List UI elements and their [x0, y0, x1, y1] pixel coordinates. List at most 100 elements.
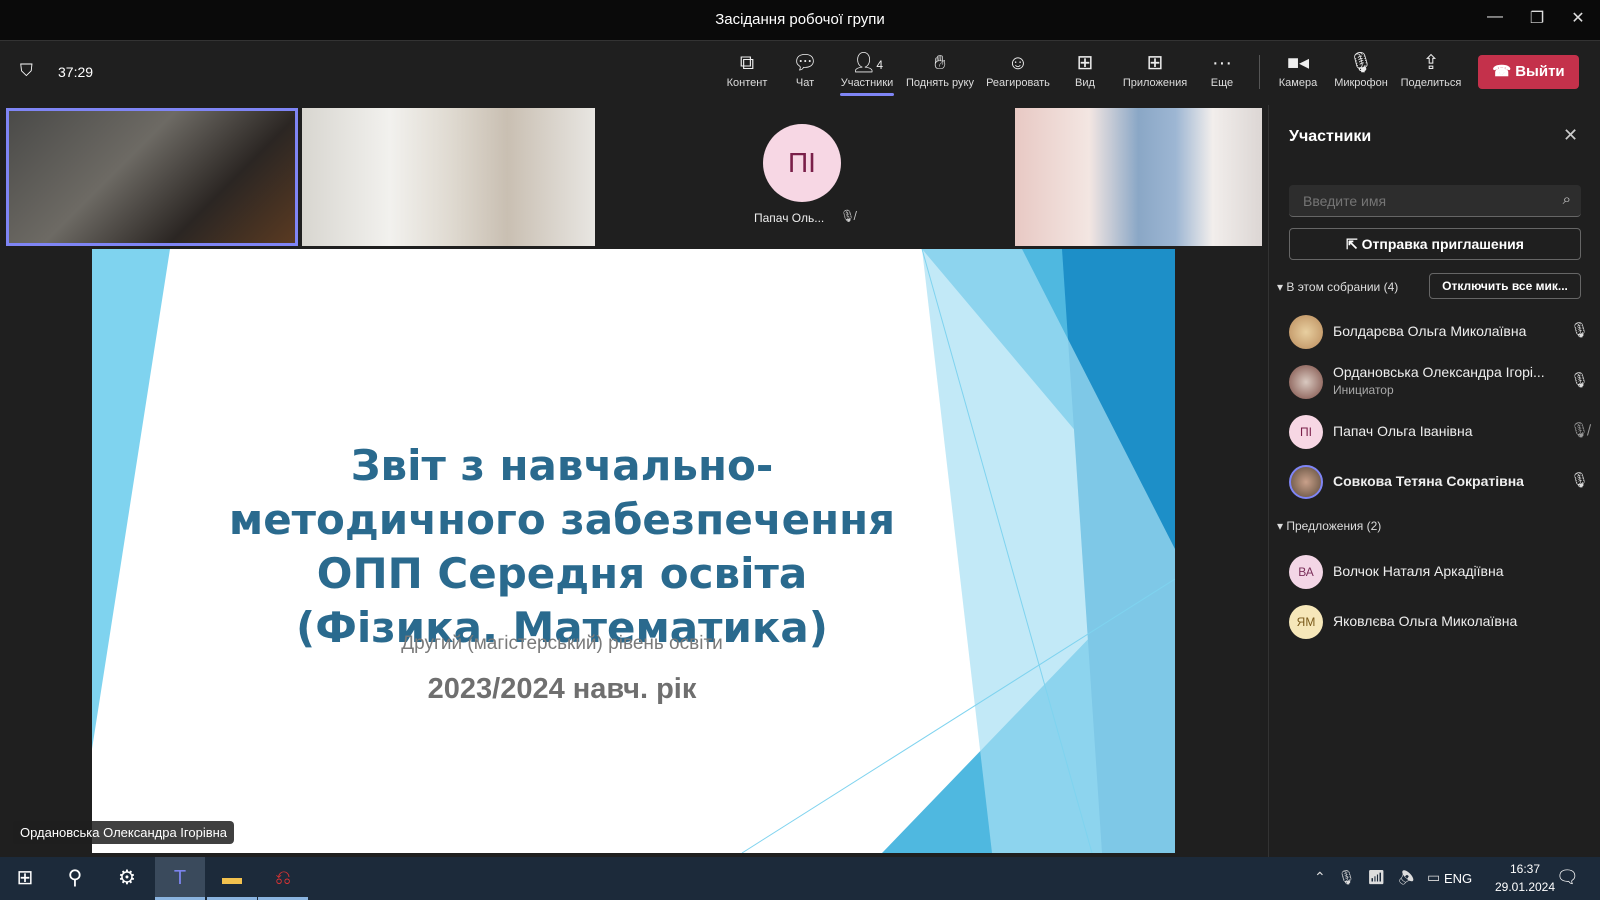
share-icon: ⇱ [1346, 236, 1362, 252]
participant-row[interactable]: Ордановська Олександра Ігорі... Инициатор… [1289, 361, 1589, 405]
title-bar: Засідання робочої групи — ❐ ✕ [0, 0, 1600, 41]
date: 29.01.2024 [1494, 880, 1556, 894]
label: Еще [1210, 77, 1234, 89]
microphone-icon: 🎙︎ [1569, 372, 1589, 389]
system-tray-icons[interactable]: ⌃🎙︎📶︎🔈︎▭ [1314, 869, 1452, 886]
section-label: В этом собрании (4) [1286, 280, 1399, 294]
search-input[interactable] [1289, 185, 1549, 217]
label: Контент [726, 77, 768, 89]
leave-label: Выйти [1515, 63, 1565, 80]
close-panel-icon[interactable]: ✕ [1563, 125, 1578, 146]
shield-icon: ⛉ [20, 61, 33, 80]
slide-year: 2023/2024 навч. рік [427, 673, 697, 705]
label: Реагировать [986, 77, 1050, 89]
divider [1259, 55, 1260, 89]
suggested-row[interactable]: ЯМ Яковлєва Ольга Миколаївна [1289, 601, 1589, 645]
raise-hand-button[interactable]: ✋︎ Поднять руку [905, 49, 975, 89]
mic-off-icon: 🎙︎̸ [1569, 422, 1589, 439]
mic-off-icon: 🎙︎̸ [840, 209, 856, 223]
section-label: Предложения (2) [1286, 519, 1382, 533]
label: Приложения [1122, 77, 1188, 89]
video-tile-3[interactable]: ПІ Папач Оль... 🎙︎̸ [640, 108, 1000, 246]
taskbar: ⊞ ⚲ ⚙ T ▬ ⎌ ⌃🎙︎📶︎🔈︎▭ ENG 16:37 29.01.2024… [0, 857, 1600, 900]
avatar [1289, 465, 1323, 499]
participant-row[interactable]: Болдарєва Ольга Миколаївна 🎙︎ [1289, 311, 1589, 355]
label: Поднять руку [906, 77, 974, 89]
more-icon: ··· [1212, 52, 1232, 74]
video-tile-4[interactable] [1015, 108, 1262, 246]
avatar: ПІ [763, 124, 841, 202]
label: Поделиться [1400, 77, 1462, 89]
apps-button[interactable]: ⊞ Приложения [1119, 49, 1191, 89]
search-field[interactable]: ⌕ [1289, 185, 1581, 217]
participant-name: Папач Ольга Іванівна [1333, 423, 1473, 439]
people-icon: 👤︎4 [850, 52, 884, 74]
participant-name: Ордановська Олександра Ігорі... [1333, 364, 1545, 380]
avatar: ВА [1289, 555, 1323, 589]
search-icon: ⌕ [1562, 191, 1571, 208]
file-explorer-icon[interactable]: ▬ [207, 857, 257, 900]
microphone-icon: 🎙︎ [1569, 322, 1589, 339]
language-indicator[interactable]: ENG [1444, 871, 1472, 886]
shared-slide: Звіт з навчально-методичного забезпеченн… [92, 249, 1175, 853]
mute-all-button[interactable]: Отключить все мик... [1429, 273, 1581, 299]
windows-start-icon[interactable]: ⊞ [0, 857, 50, 900]
more-button[interactable]: ··· Еще [1187, 49, 1257, 89]
leave-button[interactable]: ☎︎ Выйти [1478, 55, 1579, 89]
teams-icon[interactable]: T [155, 857, 205, 900]
pdf-reader-icon[interactable]: ⎌ [258, 857, 308, 900]
participant-row[interactable]: ПІ Папач Ольга Іванівна 🎙︎̸ [1289, 411, 1589, 455]
label: Вид [1075, 77, 1095, 89]
participants-button[interactable]: 👤︎4 Участники [832, 49, 902, 96]
participant-name: Волчок Наталя Аркадіївна [1333, 563, 1504, 579]
phone-hangup-icon: ☎︎ [1492, 63, 1516, 80]
share-button[interactable]: ⇪ Поделиться [1396, 49, 1466, 89]
camera-button[interactable]: ■◂ Камера [1263, 49, 1333, 89]
suggested-row[interactable]: ВА Волчок Наталя Аркадіївна [1289, 551, 1589, 595]
section-suggestions[interactable]: ▾ Предложения (2) [1277, 519, 1381, 533]
clock[interactable]: 16:37 29.01.2024 [1490, 862, 1560, 894]
chat-icon: 💬︎ [792, 52, 818, 74]
panel-title: Участники [1289, 128, 1372, 145]
search-icon[interactable]: ⚲ [50, 857, 100, 900]
label: Чат [795, 77, 815, 89]
meeting-timer: 37:29 [58, 64, 94, 80]
avatar [1289, 315, 1323, 349]
label: Камера [1278, 77, 1318, 89]
camera-icon: ■◂ [1286, 52, 1310, 74]
participant-count: 4 [876, 58, 884, 72]
avatar [1289, 365, 1323, 399]
chat-button[interactable]: 💬︎ Чат [770, 49, 840, 89]
notifications-icon[interactable]: 🗨︎ [1556, 867, 1579, 888]
grid-icon: ⊞ [1076, 52, 1094, 74]
settings-icon[interactable]: ⚙ [102, 857, 152, 900]
upload-icon: ⇪ [1422, 52, 1440, 74]
label: Микрофон [1334, 77, 1388, 89]
video-tile-1[interactable] [6, 108, 298, 246]
participant-name: Совкова Тетяна Сократівна [1333, 473, 1524, 489]
react-button[interactable]: ☺ Реагировать [983, 49, 1053, 89]
plus-square-icon: ⊞ [1146, 52, 1164, 74]
avatar: ЯМ [1289, 605, 1323, 639]
participant-name: Папач Оль... [754, 211, 825, 225]
slide-title: Звіт з навчально-методичного забезпеченн… [228, 441, 896, 652]
microphone-icon: 🎙︎ [1348, 52, 1374, 74]
participant-name: Яковлєва Ольга Миколаївна [1333, 613, 1518, 629]
microphone-button[interactable]: 🎙︎ Микрофон [1326, 49, 1396, 89]
view-button[interactable]: ⊞ Вид [1050, 49, 1120, 89]
minimize-button[interactable]: — [1480, 8, 1510, 32]
slide-subtitle: Другий (магістерський) рівень освіти [401, 633, 723, 654]
window-title: Засідання робочої групи [715, 11, 885, 28]
send-invite-button[interactable]: ⇱ Отправка приглашения [1289, 228, 1581, 260]
participant-name: Болдарєва Ольга Миколаївна [1333, 323, 1527, 339]
video-tile-2[interactable] [302, 108, 595, 246]
participants-panel: Участники ✕ ⌕ ⇱ Отправка приглашения ▾ В… [1268, 105, 1600, 857]
speaker-label: Ордановська Олександра Ігорівна [13, 821, 235, 844]
section-in-meeting[interactable]: ▾ В этом собрании (4) [1277, 280, 1398, 294]
smiley-icon: ☺ [1007, 52, 1029, 74]
time: 16:37 [1509, 862, 1541, 876]
restore-button[interactable]: ❐ [1522, 8, 1552, 32]
participant-row[interactable]: Совкова Тетяна Сократівна 🎙︎ [1289, 461, 1589, 505]
avatar: ПІ [1289, 415, 1323, 449]
close-window-button[interactable]: ✕ [1563, 8, 1593, 32]
